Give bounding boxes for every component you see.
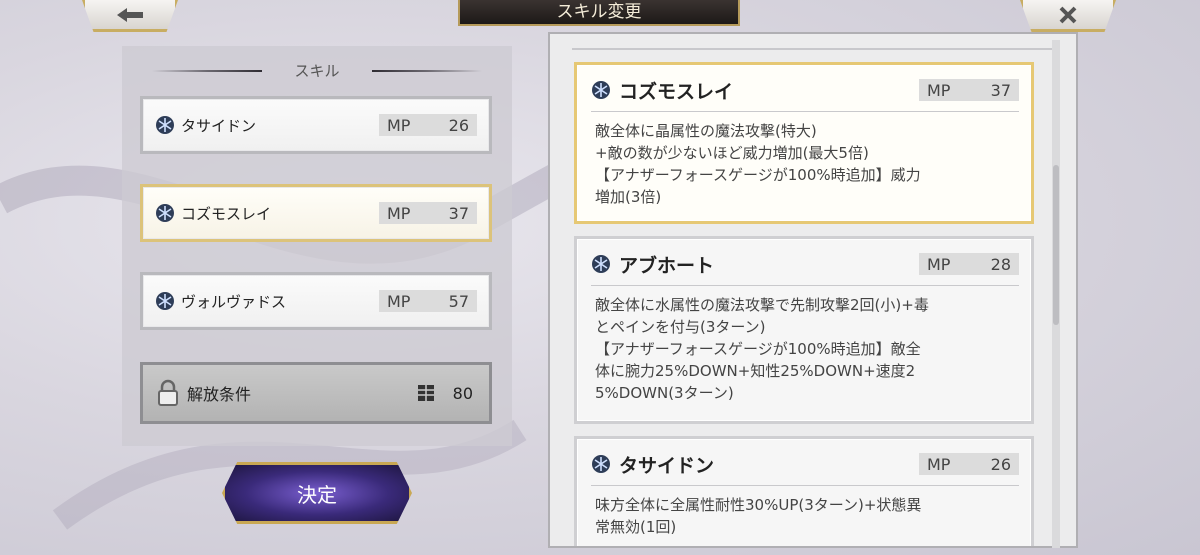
padlock-icon <box>158 379 178 406</box>
detail-description: 敵全体に晶属性の魔法攻撃(特大) +敵の数が少ないほど威力増加(最大5倍) 【ア… <box>595 122 921 206</box>
wrapped-cube-icon <box>417 385 434 401</box>
mp-value: 26 <box>990 454 1011 474</box>
back-arrow-icon <box>117 7 143 22</box>
page-title: スキル変更 <box>458 0 740 26</box>
detail-header: コズモスレイ MP 37 <box>591 75 1019 112</box>
ornament-right <box>372 70 482 72</box>
unlock-condition-label: 解放条件 <box>187 385 252 404</box>
mp-label: MP <box>927 80 951 100</box>
mp-cost: MP 26 <box>379 114 477 136</box>
detail-header: タサイドン MP 26 <box>591 449 1019 486</box>
skill-name: コズモスレイ <box>181 204 272 223</box>
mp-cost: MP 57 <box>379 290 477 312</box>
detail-mp: MP 26 <box>919 453 1019 475</box>
mp-value: 26 <box>448 115 469 135</box>
mp-label: MP <box>927 454 951 474</box>
mp-cost: MP 37 <box>379 202 477 224</box>
confirm-button[interactable]: 決定 <box>222 462 412 524</box>
detail-mp: MP 37 <box>919 79 1019 101</box>
mp-value: 28 <box>990 254 1011 274</box>
detail-card[interactable]: アブホート MP 28 敵全体に水属性の魔法攻撃で先制攻撃2回(小)+毒 とペイン… <box>574 236 1034 424</box>
back-button[interactable] <box>82 0 178 32</box>
detail-card[interactable]: タサイドン MP 26 味方全体に全属性耐性30%UP(3ターン)+状態異 常無効… <box>574 436 1034 546</box>
detail-skill-name: コズモスレイ <box>619 80 734 103</box>
skill-card-2-selected[interactable]: コズモスレイ MP 37 <box>140 184 492 242</box>
mp-label: MP <box>387 203 411 223</box>
detail-card-selected[interactable]: コズモスレイ MP 37 敵全体に晶属性の魔法攻撃(特大) +敵の数が少ないほど威… <box>574 62 1034 224</box>
crystal-snowflake-icon <box>156 116 174 134</box>
mp-value: 37 <box>990 80 1011 100</box>
mp-label: MP <box>387 115 411 135</box>
scrollbar-thumb[interactable] <box>1053 165 1059 325</box>
skill-card-3[interactable]: ヴォルヴァドス MP 57 <box>140 272 492 330</box>
mp-value: 57 <box>448 291 469 311</box>
detail-skill-name: アブホート <box>619 254 715 277</box>
detail-description: 味方全体に全属性耐性30%UP(3ターン)+状態異 常無効(1回) <box>595 496 922 536</box>
crystal-snowflake-icon <box>592 255 610 273</box>
skill-name: ヴォルヴァドス <box>181 292 287 311</box>
detail-header: アブホート MP 28 <box>591 249 1019 286</box>
skill-slot-panel: スキル タサイドン MP 26 コズモスレイ MP 37 ヴォルヴァドス MP 57 … <box>122 46 512 446</box>
close-icon <box>1059 6 1077 23</box>
detail-description: 敵全体に水属性の魔法攻撃で先制攻撃2回(小)+毒 とペインを付与(3ターン) 【… <box>595 296 929 402</box>
locked-slot[interactable]: 解放条件 80 <box>140 362 492 424</box>
crystal-snowflake-icon <box>156 204 174 222</box>
skill-card-1[interactable]: タサイドン MP 26 <box>140 96 492 154</box>
skill-detail-list[interactable]: コズモスレイ MP 37 敵全体に晶属性の魔法攻撃(特大) +敵の数が少ないほど威… <box>548 32 1078 548</box>
detail-mp: MP 28 <box>919 253 1019 275</box>
detail-skill-name: タサイドン <box>619 454 715 477</box>
crystal-snowflake-icon <box>156 292 174 310</box>
mp-label: MP <box>927 254 951 274</box>
divider <box>572 48 1058 50</box>
crystal-snowflake-icon <box>592 81 610 99</box>
skill-name: タサイドン <box>181 116 257 135</box>
unlock-cost: 80 <box>452 383 473 403</box>
close-button[interactable] <box>1020 0 1116 32</box>
mp-value: 37 <box>448 203 469 223</box>
mp-label: MP <box>387 291 411 311</box>
crystal-snowflake-icon <box>592 455 610 473</box>
